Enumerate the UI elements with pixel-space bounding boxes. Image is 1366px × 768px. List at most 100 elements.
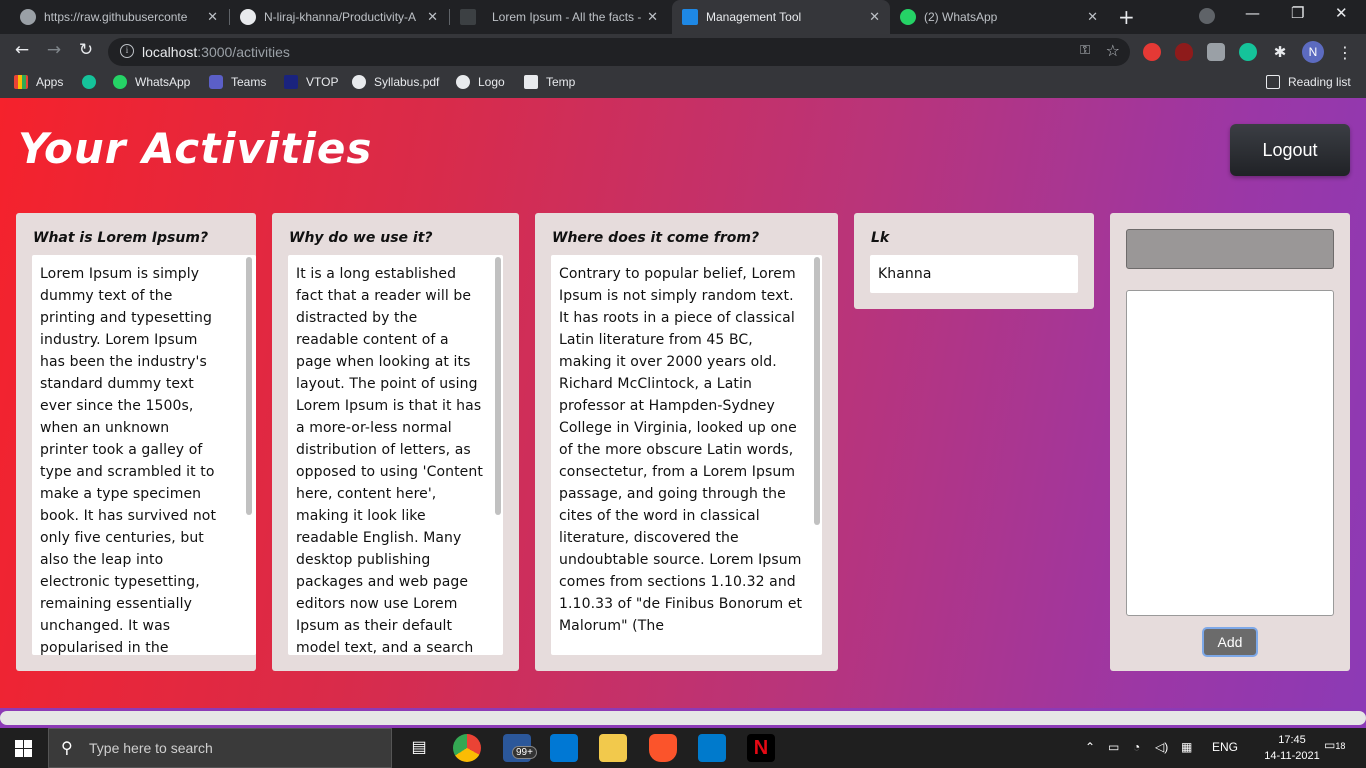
bookmark-apps[interactable]: Apps	[14, 75, 63, 89]
brave-icon[interactable]	[649, 734, 677, 762]
minimize-icon[interactable]: —	[1245, 4, 1260, 22]
activity-title: What is Lorem Ipsum?	[33, 230, 209, 246]
teams-icon	[209, 75, 223, 89]
tab-title: N-liraj-khanna/Productivity-A	[264, 10, 417, 24]
close-icon[interactable]: ✕	[1087, 9, 1098, 25]
bookmark-label: Teams	[231, 75, 267, 89]
close-icon[interactable]: ✕	[207, 9, 218, 25]
bookmark-teams[interactable]: Teams	[209, 75, 266, 89]
scrollbar[interactable]	[812, 255, 822, 655]
bookmark-label: Temp	[546, 75, 576, 89]
close-icon[interactable]: ✕	[647, 9, 658, 25]
task-view-icon[interactable]: ▤	[405, 734, 433, 762]
activity-description-box[interactable]: It is a long established fact that a rea…	[288, 255, 503, 655]
bookmark-label: Syllabus.pdf	[374, 75, 440, 89]
bookmark-star-icon[interactable]: ☆	[1106, 41, 1120, 60]
browser-tab[interactable]: (2) WhatsApp ✕	[890, 0, 1108, 34]
profile-avatar[interactable]: N	[1302, 41, 1324, 63]
notification-badge: 99+	[512, 746, 537, 759]
scroll-thumb[interactable]	[246, 257, 252, 515]
bookmark-label: WhatsApp	[135, 75, 191, 89]
bookmark-temp[interactable]: Temp	[524, 75, 575, 89]
chevron-up-icon[interactable]: ⌃	[1085, 740, 1095, 754]
back-icon[interactable]: ←	[10, 40, 34, 60]
ublock-icon[interactable]	[1175, 43, 1193, 61]
clock-time: 17:45	[1278, 734, 1306, 746]
wifi-icon[interactable]: ◔	[1133, 740, 1140, 754]
temp-icon	[524, 75, 538, 89]
reading-list-icon	[1266, 75, 1280, 89]
bookmark-label: VTOP	[306, 75, 339, 89]
windows-start-icon[interactable]	[15, 740, 32, 757]
activity-card: Where does it come from? Contrary to pop…	[535, 213, 838, 671]
whatsapp-icon	[900, 9, 916, 25]
grammarly-icon[interactable]	[1239, 43, 1257, 61]
browser-tab-strip: https://raw.githubuserconte ✕ N-liraj-kh…	[0, 0, 1366, 34]
site-info-icon[interactable]: i	[120, 44, 134, 58]
extensions-icon[interactable]: ✱	[1271, 43, 1289, 61]
activity-card: What is Lorem Ipsum? Lorem Ipsum is simp…	[16, 213, 256, 671]
activity-description-box[interactable]: Contrary to popular belief, Lorem Ipsum …	[551, 255, 822, 655]
key-icon[interactable]: ⚿	[1080, 43, 1090, 58]
browser-tab[interactable]: Lorem Ipsum - All the facts - L ✕	[450, 0, 668, 34]
activity-description-input[interactable]	[1126, 290, 1334, 616]
activity-description: Khanna	[878, 266, 932, 282]
scroll-thumb[interactable]	[495, 257, 501, 515]
bookmark-logo[interactable]: Logo	[456, 75, 505, 89]
vscode-icon[interactable]	[698, 734, 726, 762]
vtop-icon	[284, 75, 298, 89]
close-icon[interactable]: ✕	[427, 9, 438, 25]
management-tool-icon	[682, 9, 698, 25]
bookmark-syllabus[interactable]: Syllabus.pdf	[352, 75, 439, 89]
activity-description: Lorem Ipsum is simply dummy text of the …	[40, 266, 217, 655]
browser-tab-active[interactable]: Management Tool ✕	[672, 0, 890, 34]
url-path: :3000/activities	[197, 44, 290, 60]
activity-description: It is a long established fact that a rea…	[296, 266, 483, 655]
browser-tab[interactable]: https://raw.githubuserconte ✕	[10, 0, 228, 34]
bookmark-grammarly[interactable]	[82, 75, 96, 89]
globe-icon	[20, 9, 36, 25]
globe-icon	[456, 75, 470, 89]
netflix-icon[interactable]: N	[747, 734, 775, 762]
browser-tab[interactable]: N-liraj-khanna/Productivity-A ✕	[230, 0, 448, 34]
menu-kebab-icon[interactable]: ⋮	[1336, 43, 1354, 62]
tab-search-icon[interactable]	[1199, 8, 1215, 24]
scrollbar[interactable]	[493, 255, 503, 655]
extension-puzzle-square-icon[interactable]	[1207, 43, 1225, 61]
address-bar[interactable]: i localhost:3000/activities ⚿ ☆	[108, 38, 1130, 66]
bookmark-vtop[interactable]: VTOP	[284, 75, 338, 89]
activity-title-input[interactable]	[1126, 229, 1334, 269]
activity-description-box[interactable]: Khanna	[870, 255, 1078, 293]
volume-icon[interactable]: ◁)	[1155, 740, 1168, 754]
system-clock[interactable]: 17:45 14-11-2021	[1262, 732, 1322, 764]
activity-description-box[interactable]: Lorem Ipsum is simply dummy text of the …	[32, 255, 256, 655]
taskbar-search[interactable]: ⚲ Type here to search	[48, 728, 392, 768]
language-indicator[interactable]: ENG	[1212, 740, 1238, 754]
activity-title: Where does it come from?	[552, 230, 760, 246]
forward-icon[interactable]: →	[42, 40, 66, 60]
add-activity-button[interactable]: Add	[1202, 627, 1258, 657]
mail-icon[interactable]	[550, 734, 578, 762]
keyboard-icon[interactable]: ▦	[1181, 740, 1192, 754]
tab-title: (2) WhatsApp	[924, 10, 998, 24]
scrollbar[interactable]	[244, 255, 254, 655]
file-explorer-icon[interactable]	[599, 734, 627, 762]
horizontal-scroll-thumb[interactable]	[0, 711, 1366, 725]
reading-list-button[interactable]: Reading list	[1266, 75, 1351, 89]
adblock-icon[interactable]	[1143, 43, 1161, 61]
chrome-icon[interactable]	[453, 734, 481, 762]
new-activity-panel: Add	[1110, 213, 1350, 671]
restore-icon[interactable]: ❐	[1291, 4, 1304, 22]
bookmark-label: Logo	[478, 75, 505, 89]
logout-button[interactable]: Logout	[1230, 124, 1350, 176]
window-close-icon[interactable]: ✕	[1335, 4, 1348, 22]
network-icon[interactable]: ▭	[1108, 740, 1119, 754]
url-host: localhost	[142, 44, 198, 60]
notification-center-icon[interactable]: ▭18	[1324, 738, 1345, 752]
horizontal-scrollbar[interactable]	[0, 708, 1366, 728]
new-tab-button[interactable]: +	[1118, 5, 1135, 29]
reload-icon[interactable]: ↻	[74, 40, 98, 60]
close-icon[interactable]: ✕	[869, 9, 880, 25]
bookmark-whatsapp[interactable]: WhatsApp	[113, 75, 190, 89]
scroll-thumb[interactable]	[814, 257, 820, 525]
